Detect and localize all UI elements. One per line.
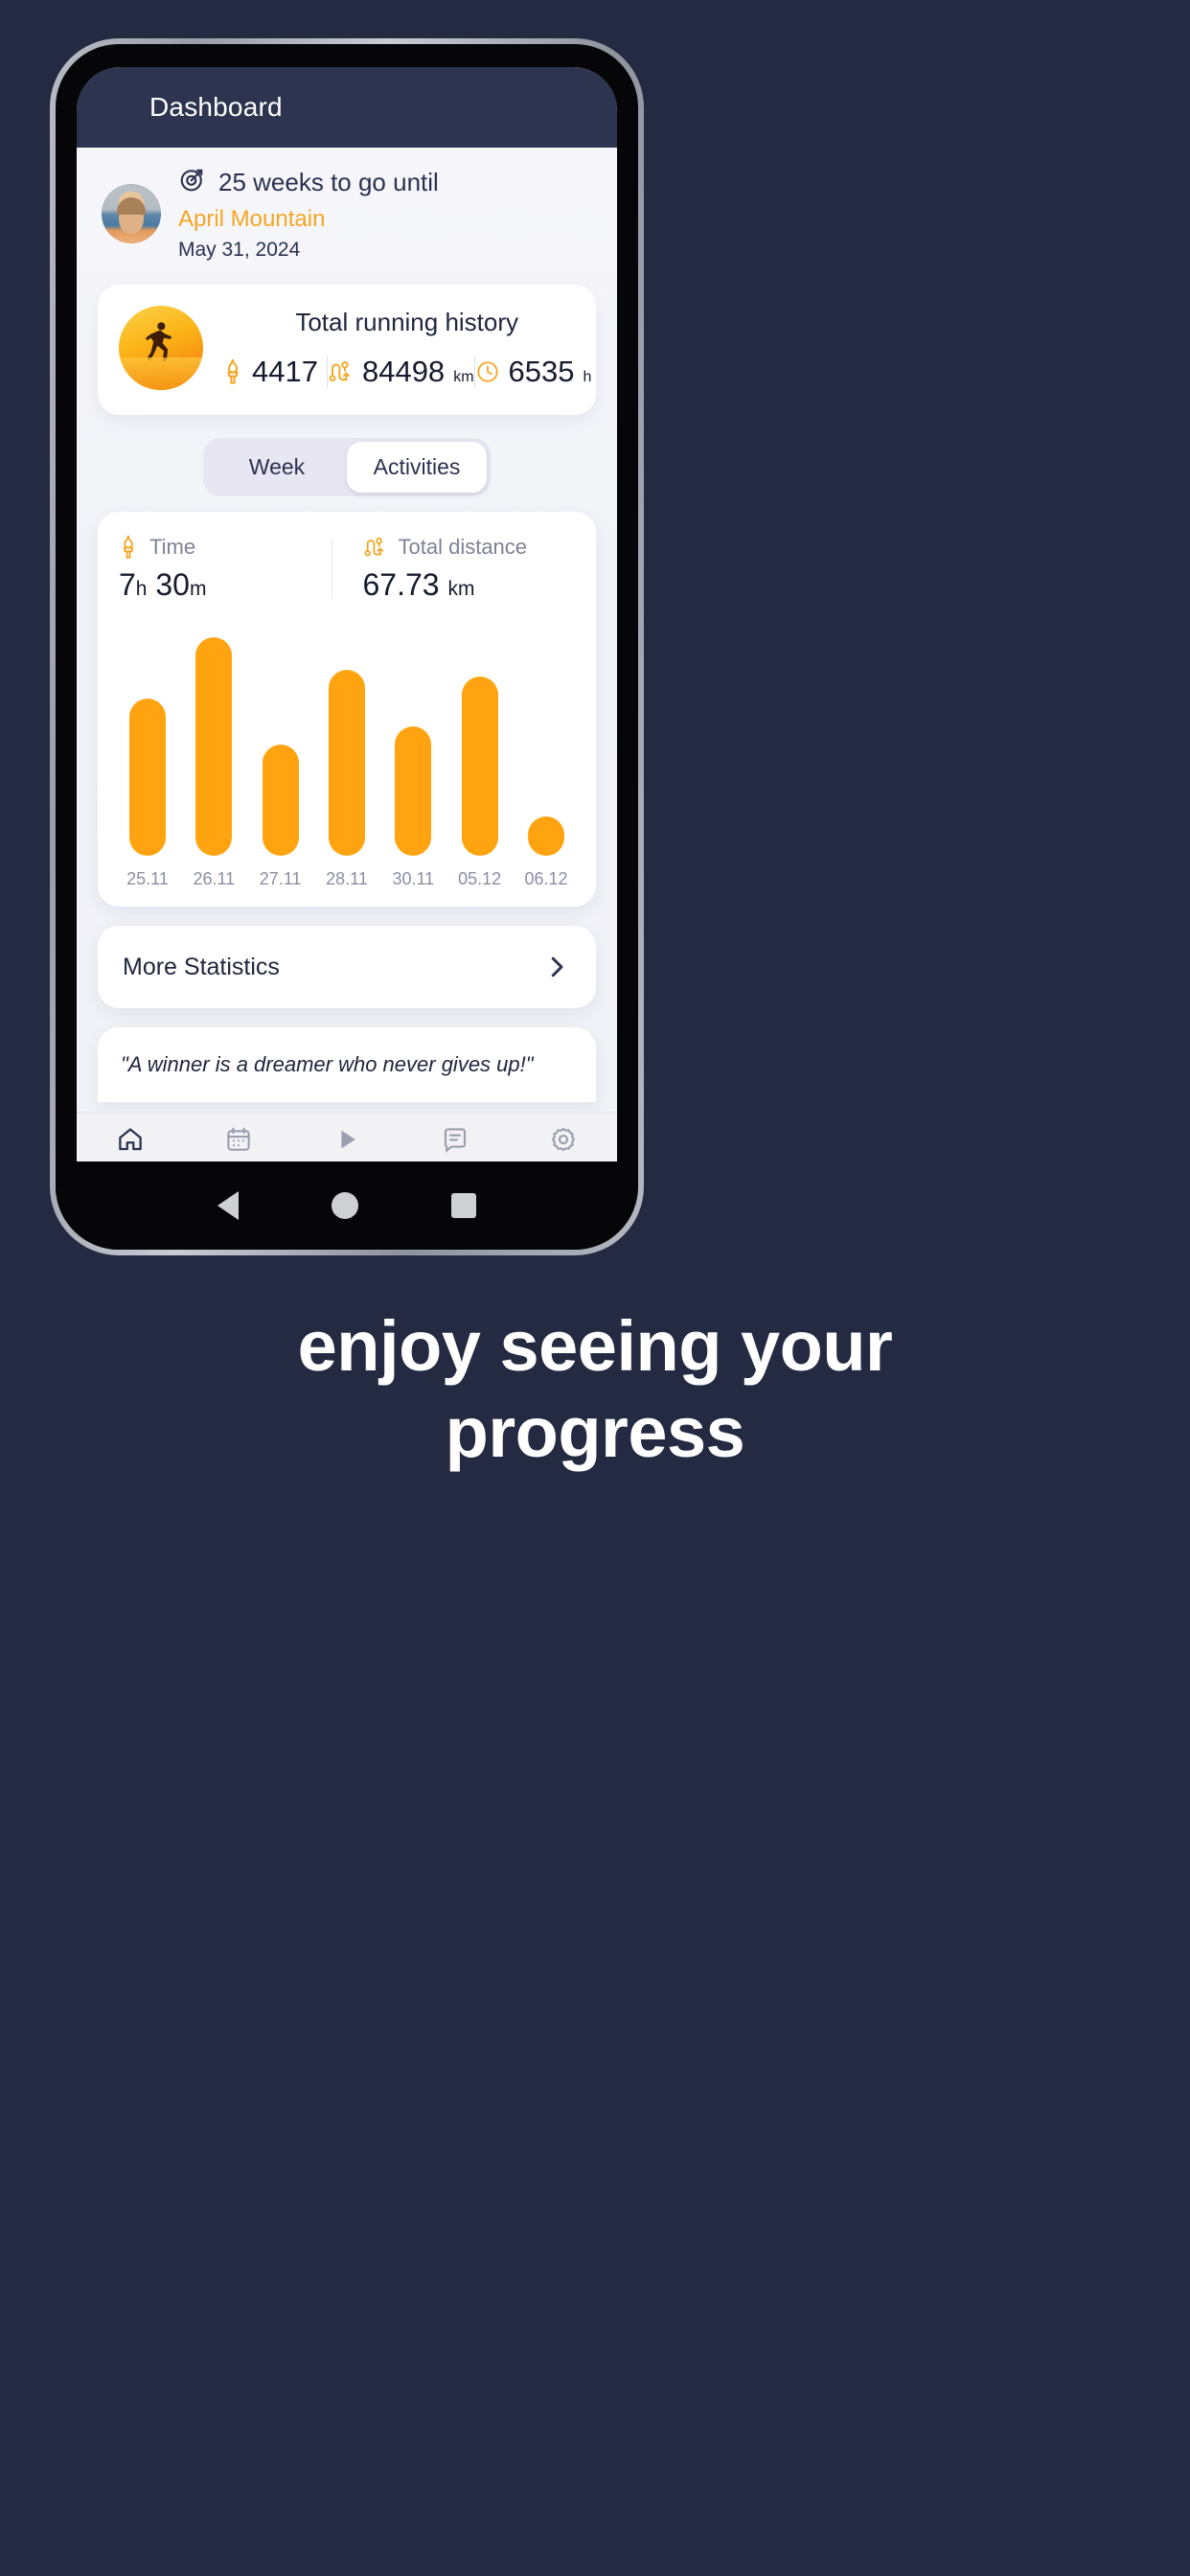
phone-bezel: Dashboard 25 weeks to go until April Mou… bbox=[56, 44, 638, 1250]
history-stat-calories: 4417 bbox=[222, 355, 327, 389]
bar-column[interactable] bbox=[457, 637, 503, 856]
bar bbox=[395, 726, 432, 856]
play-icon bbox=[332, 1125, 361, 1159]
bar-column[interactable] bbox=[390, 637, 436, 856]
history-stat-distance-unit: km bbox=[453, 368, 474, 385]
bar bbox=[195, 637, 233, 856]
bar-x-label: 25.11 bbox=[126, 869, 169, 888]
bar-x-label: 30.11 bbox=[392, 869, 435, 888]
quote-text: "A winner is a dreamer who never gives u… bbox=[121, 1052, 534, 1076]
back-triangle-icon[interactable] bbox=[217, 1191, 239, 1220]
summary-time-minutes: 30 bbox=[155, 567, 190, 602]
home-icon bbox=[116, 1125, 145, 1159]
route-icon bbox=[363, 535, 387, 560]
runner-sunset-photo bbox=[119, 306, 203, 390]
bar-x-label: 28.11 bbox=[326, 869, 368, 888]
history-stats-row: 4417 84498 km 6535 h bbox=[222, 355, 591, 389]
recents-square-icon[interactable] bbox=[451, 1193, 477, 1218]
segment-control-wrapper: Week Activities bbox=[98, 438, 596, 496]
summary-distance-head: Total distance bbox=[363, 535, 576, 560]
bar-x-label: 26.11 bbox=[193, 869, 236, 888]
history-stat-time-value: 6535 bbox=[508, 354, 575, 388]
goal-countdown-text: 25 weeks to go until bbox=[218, 168, 439, 196]
summary-distance-label: Total distance bbox=[398, 535, 528, 559]
history-title: Total running history bbox=[295, 307, 519, 336]
gear-icon bbox=[549, 1125, 578, 1159]
marketing-caption: enjoy seeing your progress bbox=[0, 1303, 1190, 1477]
total-running-history-card[interactable]: Total running history 4417 84498 km 6535… bbox=[98, 285, 596, 415]
history-stat-distance: 84498 km bbox=[328, 355, 474, 389]
clock-icon bbox=[475, 359, 500, 384]
quote-card: "A winner is a dreamer who never gives u… bbox=[98, 1027, 596, 1102]
summary-time-hours: 7 bbox=[119, 567, 136, 602]
goal-event-date: May 31, 2024 bbox=[178, 239, 301, 261]
page-title: Dashboard bbox=[149, 92, 283, 122]
avatar[interactable] bbox=[102, 183, 161, 243]
summary-time-head: Time bbox=[119, 535, 332, 560]
summary-time-minutes-unit: m bbox=[189, 578, 207, 600]
bar-column[interactable] bbox=[258, 637, 304, 856]
bar-x-label: 05.12 bbox=[458, 869, 502, 888]
bar bbox=[262, 744, 299, 856]
summary-distance-number: 67.73 bbox=[362, 567, 440, 602]
more-statistics-row[interactable]: More Statistics bbox=[98, 926, 596, 1008]
target-arrow-icon bbox=[178, 165, 207, 200]
summary-distance-value: 67.73 km bbox=[363, 567, 576, 603]
calendar-icon bbox=[224, 1125, 253, 1159]
android-system-bar bbox=[56, 1162, 638, 1250]
torch-icon bbox=[222, 358, 243, 385]
app-bar: Dashboard bbox=[77, 67, 617, 148]
bar-column[interactable] bbox=[523, 637, 569, 856]
tab-activities[interactable]: Activities bbox=[347, 442, 487, 493]
chart-summary-row: Time 7h 30m Total distance 67.73 km bbox=[119, 535, 575, 603]
summary-time-label: Time bbox=[149, 535, 196, 559]
summary-distance: Total distance 67.73 km bbox=[332, 535, 576, 603]
caption-line-2: progress bbox=[445, 1392, 745, 1473]
history-body: Total running history 4417 84498 km 6535… bbox=[222, 308, 591, 389]
bar-column[interactable] bbox=[125, 637, 171, 856]
phone-screen: Dashboard 25 weeks to go until April Mou… bbox=[77, 67, 617, 1194]
activity-chart-card: Time 7h 30m Total distance 67.73 km 25.1… bbox=[98, 512, 596, 907]
bar-chart-plot bbox=[119, 637, 575, 856]
summary-distance-unit: km bbox=[447, 578, 475, 600]
torch-icon bbox=[119, 535, 138, 560]
bar-x-label: 06.12 bbox=[524, 869, 568, 888]
caption-line-1: enjoy seeing your bbox=[297, 1306, 893, 1386]
phone-frame: Dashboard 25 weeks to go until April Mou… bbox=[50, 38, 644, 1255]
bar-column[interactable] bbox=[324, 637, 370, 856]
bar bbox=[461, 677, 498, 856]
history-stat-time: 6535 h bbox=[475, 354, 592, 389]
goal-text-block: 25 weeks to go until April Mountain May … bbox=[178, 165, 439, 262]
sunset-water bbox=[119, 357, 203, 390]
summary-time-value: 7h 30m bbox=[119, 567, 332, 603]
chat-icon bbox=[441, 1125, 469, 1159]
more-statistics-label: More Statistics bbox=[123, 953, 280, 980]
home-circle-icon[interactable] bbox=[331, 1192, 358, 1219]
history-stat-distance-value: 84498 bbox=[361, 354, 446, 388]
history-stat-time-unit: h bbox=[583, 368, 592, 385]
summary-time-hours-unit: h bbox=[135, 578, 148, 600]
tab-week[interactable]: Week bbox=[207, 442, 347, 493]
bar-x-label: 27.11 bbox=[259, 869, 302, 888]
bar bbox=[129, 698, 166, 856]
bar bbox=[527, 816, 564, 856]
segment-control: Week Activities bbox=[203, 438, 491, 496]
history-stat-calories-value: 4417 bbox=[252, 354, 318, 388]
bar-column[interactable] bbox=[191, 637, 237, 856]
bar bbox=[328, 670, 365, 856]
route-icon bbox=[328, 358, 354, 385]
summary-time: Time 7h 30m bbox=[119, 535, 332, 603]
bar-chart-x-labels: 25.11 26.11 27.11 28.11 30.11 05.12 06.12 bbox=[119, 856, 575, 889]
goal-header[interactable]: 25 weeks to go until April Mountain May … bbox=[98, 148, 596, 275]
goal-event-name[interactable]: April Mountain bbox=[178, 206, 439, 233]
goal-countdown-row: 25 weeks to go until bbox=[178, 165, 439, 200]
app-content: 25 weeks to go until April Mountain May … bbox=[77, 148, 617, 1194]
chevron-right-icon[interactable] bbox=[542, 953, 571, 981]
